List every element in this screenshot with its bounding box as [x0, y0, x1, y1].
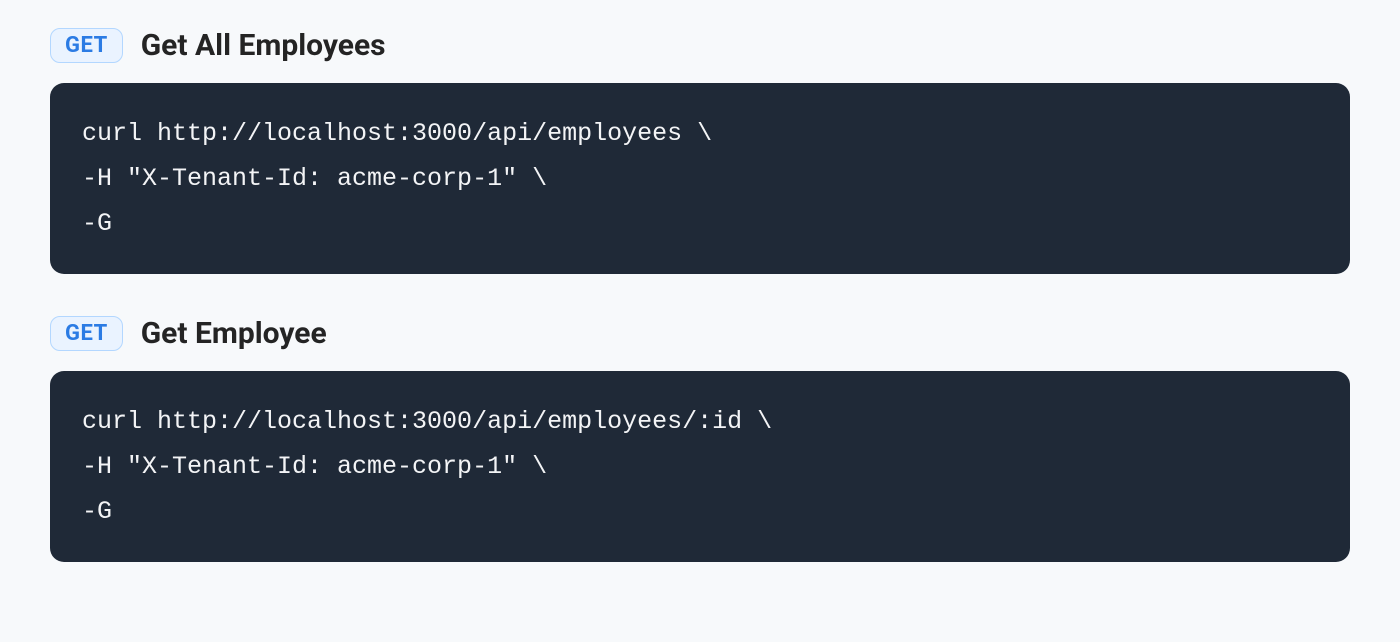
http-method-badge: GET — [50, 28, 123, 63]
code-block[interactable]: curl http://localhost:3000/api/employees… — [50, 83, 1350, 274]
endpoint-header: GET Get All Employees — [50, 28, 1350, 63]
code-block[interactable]: curl http://localhost:3000/api/employees… — [50, 371, 1350, 562]
endpoint-title: Get Employee — [141, 316, 327, 351]
endpoint-get-employee: GET Get Employee curl http://localhost:3… — [50, 316, 1350, 562]
endpoint-title: Get All Employees — [141, 28, 386, 63]
endpoint-get-all-employees: GET Get All Employees curl http://localh… — [50, 28, 1350, 274]
endpoint-header: GET Get Employee — [50, 316, 1350, 351]
http-method-badge: GET — [50, 316, 123, 351]
